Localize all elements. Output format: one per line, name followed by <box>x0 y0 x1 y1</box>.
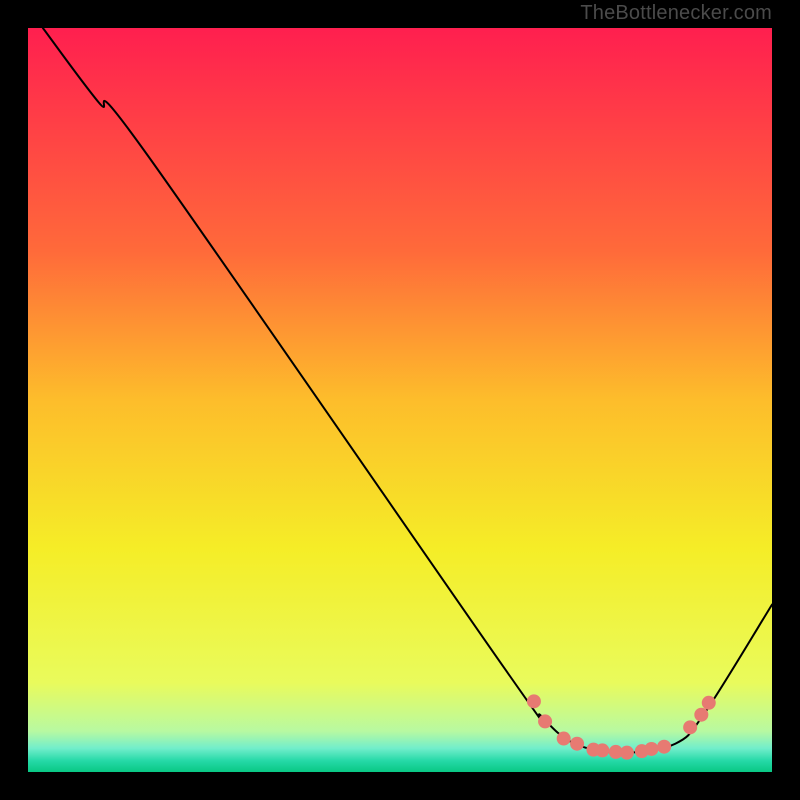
marker-dot <box>620 746 634 760</box>
chart-frame: TheBottlenecker.com <box>0 0 800 800</box>
marker-dot <box>538 714 552 728</box>
marker-dot <box>527 694 541 708</box>
plot-area <box>28 28 772 772</box>
marker-dot <box>570 737 584 751</box>
chart-svg <box>28 28 772 772</box>
marker-dot <box>557 732 571 746</box>
gradient-background <box>28 28 772 772</box>
marker-dot <box>595 743 609 757</box>
marker-dot <box>702 696 716 710</box>
marker-dot <box>694 708 708 722</box>
marker-dot <box>683 720 697 734</box>
watermark-text: TheBottlenecker.com <box>580 2 772 25</box>
marker-dot <box>644 742 658 756</box>
marker-dot <box>657 740 671 754</box>
